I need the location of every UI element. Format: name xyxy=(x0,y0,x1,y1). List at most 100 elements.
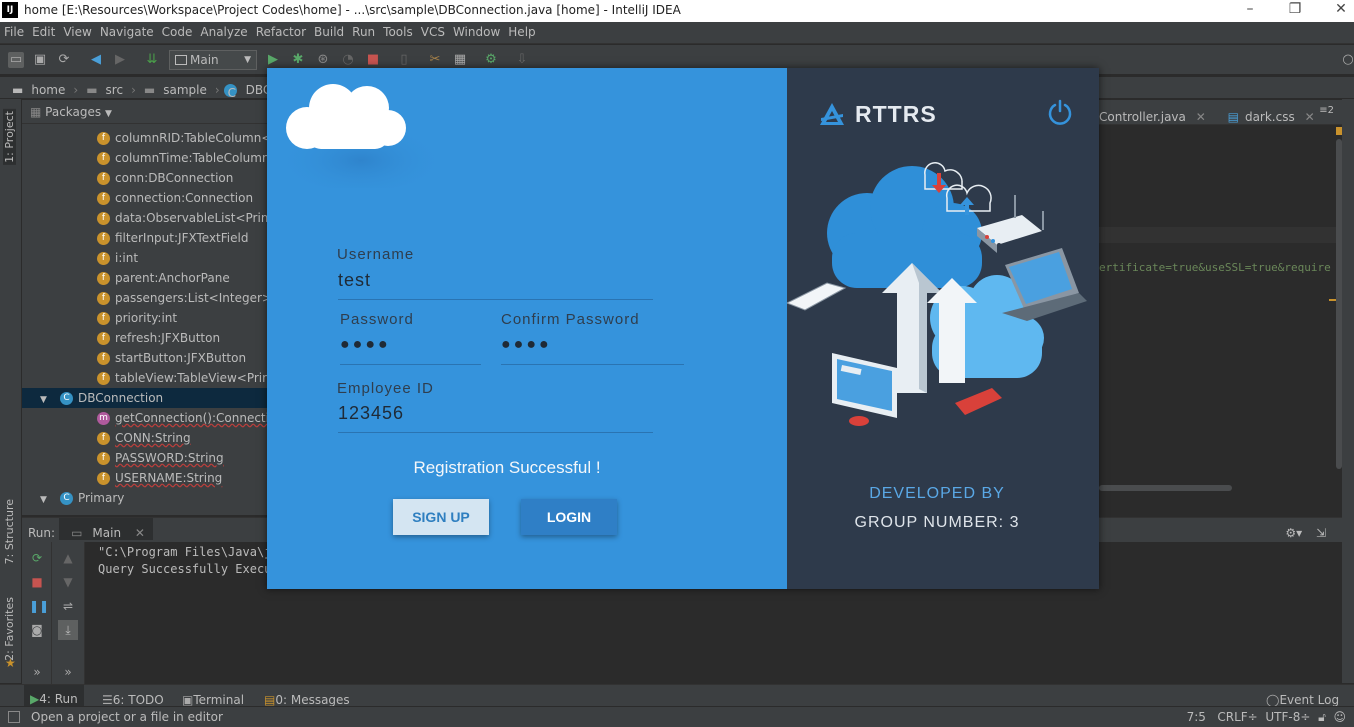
tree-field-node[interactable]: f conn:DBConnection xyxy=(22,168,267,188)
run-icon[interactable]: ▶ xyxy=(265,52,281,68)
scroll-end-icon[interactable]: ⤓ xyxy=(58,620,78,640)
minimize-icon[interactable]: – xyxy=(1240,1,1260,17)
tree-field-node[interactable]: f CONN:String xyxy=(22,428,267,448)
employee-id-input[interactable]: 123456 xyxy=(338,403,653,433)
run-tab-main[interactable]: ▭ Main ✕ xyxy=(59,518,153,540)
menu-build[interactable]: Build xyxy=(310,22,348,39)
menu-code[interactable]: Code xyxy=(158,22,197,39)
close-icon[interactable]: ✕ xyxy=(1331,1,1351,17)
menu-analyze[interactable]: Analyze xyxy=(196,22,251,39)
menu-edit[interactable]: Edit xyxy=(28,22,59,39)
open-folder-icon[interactable]: ▭ xyxy=(8,52,24,68)
tab-dark-css[interactable]: ▤ dark.css ✕ xyxy=(1222,100,1327,124)
menu-tools[interactable]: Tools xyxy=(379,22,417,39)
tree-field-node[interactable]: f filterInput:JFXTextField xyxy=(22,228,267,248)
save-icon[interactable]: ▣ xyxy=(32,52,48,68)
lock-icon[interactable]: 🔓︎ xyxy=(1318,710,1326,724)
tree-field-node[interactable]: f refresh:JFXButton xyxy=(22,328,267,348)
menu-run[interactable]: Run xyxy=(348,22,379,39)
tab-messages[interactable]: ▤ 0: Messages xyxy=(264,685,350,707)
expand-icon[interactable]: » xyxy=(29,664,45,680)
stop-icon[interactable]: ■ xyxy=(29,574,45,590)
tabs-overflow[interactable]: ≡2 xyxy=(1319,100,1340,116)
tab-favorites[interactable]: 2: Favorites xyxy=(3,597,16,661)
sign-up-button[interactable]: SIGN UP xyxy=(393,499,489,535)
tree-field-node[interactable]: f parent:AnchorPane xyxy=(22,268,267,288)
inspector-icon[interactable]: ☺ xyxy=(1333,710,1346,724)
run-config-select[interactable]: Main ▼ xyxy=(169,50,257,70)
tool-window-toggle-icon[interactable] xyxy=(8,711,20,723)
forward-icon[interactable]: ▶ xyxy=(112,52,128,68)
tree-field-node[interactable]: f passengers:List<Integer> xyxy=(22,288,272,308)
up-icon[interactable]: ▲ xyxy=(60,550,76,566)
sync-icon[interactable]: ⟳ xyxy=(56,52,72,68)
expand-arrow-icon[interactable]: ▼ xyxy=(40,490,52,510)
expand-arrow-icon[interactable]: ▼ xyxy=(40,390,52,410)
developed-by-label: DEVELOPED BY xyxy=(869,485,1005,502)
horizontal-scrollbar[interactable] xyxy=(1099,485,1232,491)
tree-field-node[interactable]: f columnTime:TableColumn< xyxy=(22,148,280,168)
tab-project[interactable]: 1: Project xyxy=(3,109,16,165)
menu-navigate[interactable]: Navigate xyxy=(96,22,158,39)
login-button[interactable]: LOGIN xyxy=(521,499,617,535)
camera-icon[interactable]: ◙ xyxy=(29,622,45,638)
soft-wrap-icon[interactable]: ⇌ xyxy=(60,598,76,614)
tab-controller-java[interactable]: Controller.java ✕ xyxy=(1099,100,1218,124)
tree-field-node[interactable]: f USERNAME:String xyxy=(22,468,267,488)
tree-field-node[interactable]: f priority:int xyxy=(22,308,267,328)
file-encoding[interactable]: UTF-8÷ xyxy=(1265,710,1310,724)
tree-field-node[interactable]: f i:int xyxy=(22,248,267,268)
tree-field-node[interactable]: f startButton:JFXButton xyxy=(22,348,267,368)
console-output[interactable]: "C:\Program Files\Java\jd Query Successfu… xyxy=(98,544,279,578)
rerun-icon[interactable]: ⟳ xyxy=(29,550,45,566)
menu-help[interactable]: Help xyxy=(504,22,539,39)
event-log-button[interactable]: ◯ Event Log xyxy=(1266,685,1339,707)
caret-position[interactable]: 7:5 xyxy=(1187,710,1206,724)
tree-field-node[interactable]: f data:ObservableList<Primary xyxy=(22,208,292,228)
code-editor[interactable]: ertificate=true&useSSL=true&require xyxy=(1099,125,1342,491)
back-icon[interactable]: ◀ xyxy=(88,52,104,68)
debug-icon[interactable]: ✱ xyxy=(290,52,306,68)
project-structure-icon[interactable]: ▦ xyxy=(452,52,468,68)
project-view-selector[interactable]: ▦ Packages ▼ xyxy=(22,100,267,124)
power-icon[interactable] xyxy=(1047,99,1073,125)
settings-icon[interactable]: ✂ xyxy=(427,52,443,68)
tab-structure[interactable]: 7: Structure xyxy=(3,499,16,564)
gear-icon[interactable]: ⚙▾ xyxy=(1279,522,1306,540)
tree-class-node[interactable]: ▼ C DBConnection xyxy=(22,388,267,408)
breadcrumb-home[interactable]: ▬ home xyxy=(0,77,73,97)
tree-field-node[interactable]: f tableView:TableView<Primar xyxy=(22,368,286,388)
profile-icon[interactable]: ◔ xyxy=(340,52,356,68)
tree-field-node[interactable]: f columnRID:TableColumn<Pr xyxy=(22,128,283,148)
tree-field-node[interactable]: f connection:Connection xyxy=(22,188,267,208)
coverage-icon[interactable]: ⊛ xyxy=(315,52,331,68)
vertical-scrollbar[interactable] xyxy=(1336,139,1342,469)
hide-icon[interactable]: ⇲ xyxy=(1310,522,1330,540)
menu-vcs[interactable]: VCS xyxy=(417,22,449,39)
tab-todo[interactable]: ☰ 6: TODO xyxy=(102,685,164,707)
attach-icon[interactable]: ▯ xyxy=(396,52,412,68)
password-input[interactable]: ●●●● xyxy=(340,336,481,365)
breadcrumb-src[interactable]: ▬ src xyxy=(78,77,131,97)
pause-icon[interactable]: ❚❚ xyxy=(29,598,49,614)
tab-terminal[interactable]: ▣ Terminal xyxy=(182,685,244,707)
stop-icon[interactable]: ■ xyxy=(365,52,381,68)
vcs-icon[interactable]: ⇩ xyxy=(514,52,530,68)
menu-view[interactable]: View xyxy=(59,22,95,39)
line-separator[interactable]: CRLF÷ xyxy=(1217,710,1257,724)
tree-field-node[interactable]: f PASSWORD:String xyxy=(22,448,267,468)
down-icon[interactable]: ▼ xyxy=(60,574,76,590)
build-icon[interactable]: ⇊ xyxy=(144,52,160,68)
tree-class-node[interactable]: ▼ C Primary xyxy=(22,488,267,508)
search-everywhere-icon[interactable]: ○ xyxy=(1340,52,1354,68)
confirm-password-input[interactable]: ●●●● xyxy=(501,336,684,365)
menu-window[interactable]: Window xyxy=(449,22,504,39)
menu-refactor[interactable]: Refactor xyxy=(252,22,310,39)
restore-icon[interactable]: ❐ xyxy=(1285,1,1305,17)
sdk-icon[interactable]: ⚙ xyxy=(483,52,499,68)
username-input[interactable]: test xyxy=(338,270,653,300)
breadcrumb-sample[interactable]: ▬ sample xyxy=(136,77,215,97)
more-icon[interactable]: » xyxy=(60,664,76,680)
tree-method-node[interactable]: m getConnection():Connection xyxy=(22,408,284,428)
menu-file[interactable]: File xyxy=(0,22,28,39)
